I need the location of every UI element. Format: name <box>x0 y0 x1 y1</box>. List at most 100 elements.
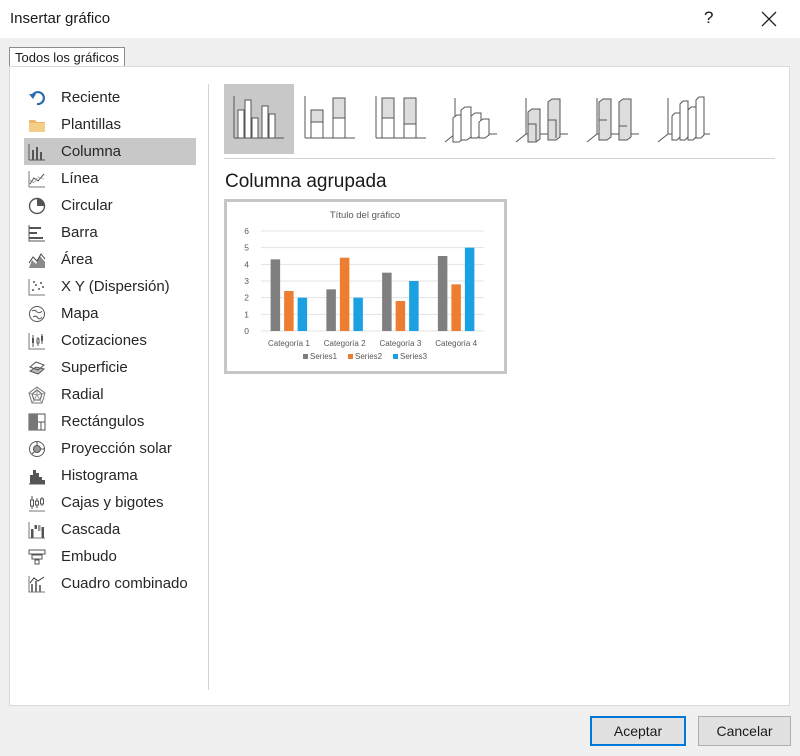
waterfall-chart-icon <box>28 521 46 539</box>
stacked-column-icon <box>304 96 355 139</box>
subtype-option[interactable] <box>295 84 365 154</box>
tab-all-charts[interactable]: Todos los gráficos <box>9 47 126 67</box>
stock-chart-icon <box>28 332 45 349</box>
chart-preview[interactable]: Título del gráfico 0 1 2 3 4 5 6 Categoría 1 Cate… <box>224 199 507 374</box>
clustered-column-icon <box>233 96 284 139</box>
chart-y-tick-label: 0 <box>244 326 249 336</box>
category-item[interactable]: Columna <box>24 138 196 165</box>
chart-legend-swatch <box>303 354 308 359</box>
close-icon[interactable] <box>756 6 782 32</box>
sidebar-divider <box>208 84 209 690</box>
chart-x-tick-label: Categoría 3 <box>379 339 421 348</box>
area-chart-icon <box>28 251 46 269</box>
category-label: Plantillas <box>61 116 122 133</box>
recent-icon <box>28 89 46 107</box>
chart-legend-swatch <box>393 354 398 359</box>
category-label: Embudo <box>61 548 117 565</box>
scatter-chart-icon <box>28 278 46 296</box>
subtype-option[interactable] <box>366 84 436 154</box>
3d-100-stacked-column-icon <box>586 98 639 143</box>
pie-chart-icon <box>28 197 46 215</box>
folder-icon <box>28 116 46 134</box>
chart-x-tick-label: Categoría 4 <box>435 339 477 348</box>
category-item[interactable]: Cuadro combinado <box>24 570 196 597</box>
histogram-chart-icon <box>29 469 45 484</box>
subtype-option[interactable] <box>437 84 507 154</box>
recent-icon <box>29 90 45 105</box>
category-label: Cascada <box>61 521 121 538</box>
category-label: Cotizaciones <box>61 332 147 349</box>
chart-legend-label: Series2 <box>355 352 383 361</box>
radar-chart-icon <box>28 385 46 404</box>
category-item[interactable]: Embudo <box>24 543 196 570</box>
category-item[interactable]: Histograma <box>24 462 196 489</box>
subtype-option[interactable] <box>224 84 294 154</box>
subtype-option[interactable] <box>579 84 649 154</box>
category-item[interactable]: Plantillas <box>24 111 196 138</box>
map-chart-icon <box>28 305 46 323</box>
category-item[interactable]: Cotizaciones <box>24 327 196 354</box>
box-whisker-chart-icon <box>28 494 46 512</box>
chart-title: Título del gráfico <box>330 210 400 221</box>
subtype-option[interactable] <box>508 84 578 154</box>
dialog-titlebar: Insertar gráfico ? <box>0 0 800 38</box>
100-stacked-column-icon <box>375 96 426 139</box>
box-whisker-chart-icon <box>29 495 45 511</box>
chart-y-tick-label: 4 <box>244 259 249 269</box>
chart-x-tick-label: Categoría 2 <box>324 339 366 348</box>
column-chart-icon <box>28 143 46 161</box>
category-label: Área <box>61 251 93 268</box>
category-item[interactable]: Circular <box>24 192 196 219</box>
category-label: Barra <box>61 224 98 241</box>
treemap-chart-icon <box>28 413 46 430</box>
combo-chart-icon <box>28 575 46 593</box>
chart-y-tick-label: 2 <box>244 293 249 303</box>
category-item[interactable]: Superficie <box>24 354 196 381</box>
histogram-chart-icon <box>28 467 46 485</box>
3d-stacked-column-icon <box>515 98 568 143</box>
category-label: Columna <box>61 143 122 160</box>
funnel-chart-icon <box>28 549 46 564</box>
help-button[interactable]: ? <box>704 8 713 28</box>
category-item[interactable]: Radial <box>24 381 196 408</box>
subtype-option[interactable] <box>650 84 720 154</box>
category-label: Cajas y bigotes <box>61 494 164 511</box>
chart-category-list: Reciente Plantillas Columna Línea Circular Ba… <box>24 84 196 597</box>
category-item[interactable]: Proyección solar <box>24 435 196 462</box>
3d-column-icon <box>657 96 710 143</box>
combo-chart-icon <box>28 575 45 592</box>
treemap-chart-icon <box>28 413 46 431</box>
category-item[interactable]: Cajas y bigotes <box>24 489 196 516</box>
chart-bar <box>297 297 308 331</box>
category-item[interactable]: Reciente <box>24 84 196 111</box>
chart-legend-swatch <box>348 354 353 359</box>
category-item[interactable]: Área <box>24 246 196 273</box>
category-item[interactable]: Rectángulos <box>24 408 196 435</box>
category-label: Proyección solar <box>61 440 172 457</box>
sunburst-chart-icon <box>29 440 45 457</box>
chart-y-tick-label: 5 <box>244 243 249 253</box>
category-item[interactable]: X Y (Dispersión) <box>24 273 196 300</box>
ok-button[interactable]: Aceptar <box>590 716 686 746</box>
chart-bar <box>464 247 475 331</box>
bar-chart-icon <box>28 224 45 241</box>
category-label: Circular <box>61 197 113 214</box>
radar-chart-icon <box>28 385 46 403</box>
chart-bar <box>437 256 448 331</box>
chart-y-tick-label: 6 <box>244 226 249 236</box>
cancel-button[interactable]: Cancelar <box>698 716 791 746</box>
waterfall-chart-icon <box>28 521 45 538</box>
chart-bar <box>382 272 392 331</box>
category-label: Histograma <box>61 467 138 484</box>
category-item[interactable]: Cascada <box>24 516 196 543</box>
category-item[interactable]: Línea <box>24 165 196 192</box>
category-item[interactable]: Barra <box>24 219 196 246</box>
category-label: Reciente <box>61 89 121 106</box>
category-label: X Y (Dispersión) <box>61 278 170 295</box>
chart-bar <box>451 284 461 331</box>
area-chart-icon <box>28 252 46 268</box>
category-label: Radial <box>61 386 104 403</box>
category-item[interactable]: Mapa <box>24 300 196 327</box>
chart-y-tick-label: 3 <box>244 276 249 286</box>
chart-preview-svg: Título del gráfico 0 1 2 3 4 5 6 Categoría 1 Cate… <box>244 210 484 361</box>
